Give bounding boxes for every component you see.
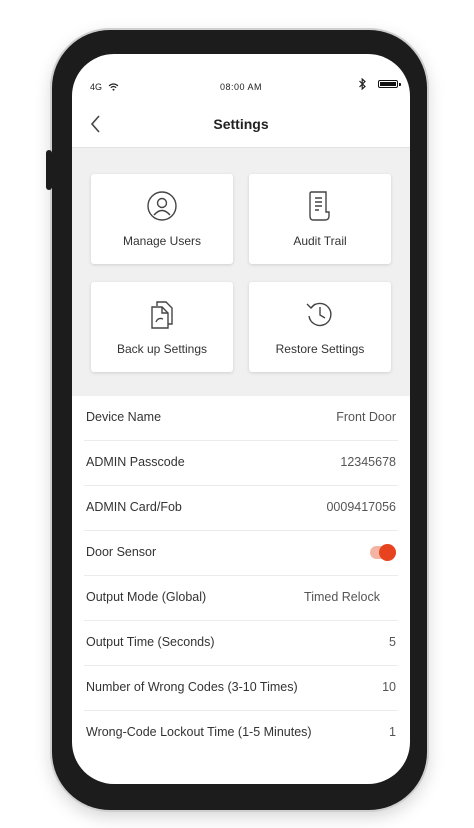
device-name-row[interactable]: Device Name Front Door [84, 396, 398, 441]
backup-settings-tile[interactable]: Back up Settings [91, 282, 233, 372]
restore-settings-label: Restore Settings [275, 342, 365, 356]
phone-screen: 4G 08:00 AM Settings Manage Users Audit … [72, 54, 410, 784]
audit-trail-tile[interactable]: Audit Trail [249, 174, 391, 264]
manage-users-tile[interactable]: Manage Users [91, 174, 233, 264]
setting-value: 1 [389, 725, 396, 739]
status-right [359, 78, 401, 90]
setting-label: ADMIN Passcode [86, 455, 185, 469]
battery-icon [378, 80, 401, 88]
admin-passcode-row[interactable]: ADMIN Passcode 12345678 [84, 441, 398, 486]
door-sensor-toggle[interactable] [370, 544, 396, 561]
backup-settings-label: Back up Settings [116, 342, 208, 356]
setting-label: Wrong-Code Lockout Time (1-5 Minutes) [86, 725, 312, 739]
door-sensor-row: Door Sensor [84, 531, 398, 576]
bluetooth-icon [359, 78, 366, 90]
status-bar: 4G 08:00 AM [72, 54, 410, 98]
phone-side-button [46, 150, 52, 190]
lockout-time-row[interactable]: Wrong-Code Lockout Time (1-5 Minutes) 1 [84, 711, 398, 755]
output-time-row[interactable]: Output Time (Seconds) 5 [84, 621, 398, 666]
toggle-knob [379, 544, 396, 561]
setting-value: Front Door [336, 410, 396, 424]
setting-value: Timed Relock [304, 590, 380, 604]
audit-trail-label: Audit Trail [293, 234, 347, 248]
setting-label: Door Sensor [86, 545, 157, 559]
setting-label: ADMIN Card/Fob [86, 500, 182, 514]
setting-value: 0009417056 [326, 500, 396, 514]
setting-label: Output Mode (Global) [86, 590, 207, 604]
setting-value: 10 [382, 680, 396, 694]
page-title: Settings [213, 116, 269, 132]
user-icon [147, 191, 177, 221]
action-tiles-panel: Manage Users Audit Trail Back up Setting… [72, 148, 410, 396]
settings-list: Device Name Front Door ADMIN Passcode 12… [72, 396, 410, 755]
setting-label: Number of Wrong Codes (3-10 Times) [86, 680, 298, 694]
restore-icon [306, 302, 332, 327]
setting-label: Output Time (Seconds) [86, 635, 215, 649]
manage-users-label: Manage Users [122, 234, 202, 248]
wrong-codes-row[interactable]: Number of Wrong Codes (3-10 Times) 10 [84, 666, 398, 711]
document-icon [309, 191, 330, 221]
setting-value: 5 [389, 635, 396, 649]
backup-icon [151, 301, 173, 329]
setting-value: 12345678 [340, 455, 396, 469]
output-mode-row[interactable]: Output Mode (Global) Timed Relock [84, 576, 398, 621]
app-header: Settings [72, 98, 410, 148]
setting-label: Device Name [86, 410, 162, 424]
admin-card-fob-row[interactable]: ADMIN Card/Fob 0009417056 [84, 486, 398, 531]
restore-settings-tile[interactable]: Restore Settings [249, 282, 391, 372]
